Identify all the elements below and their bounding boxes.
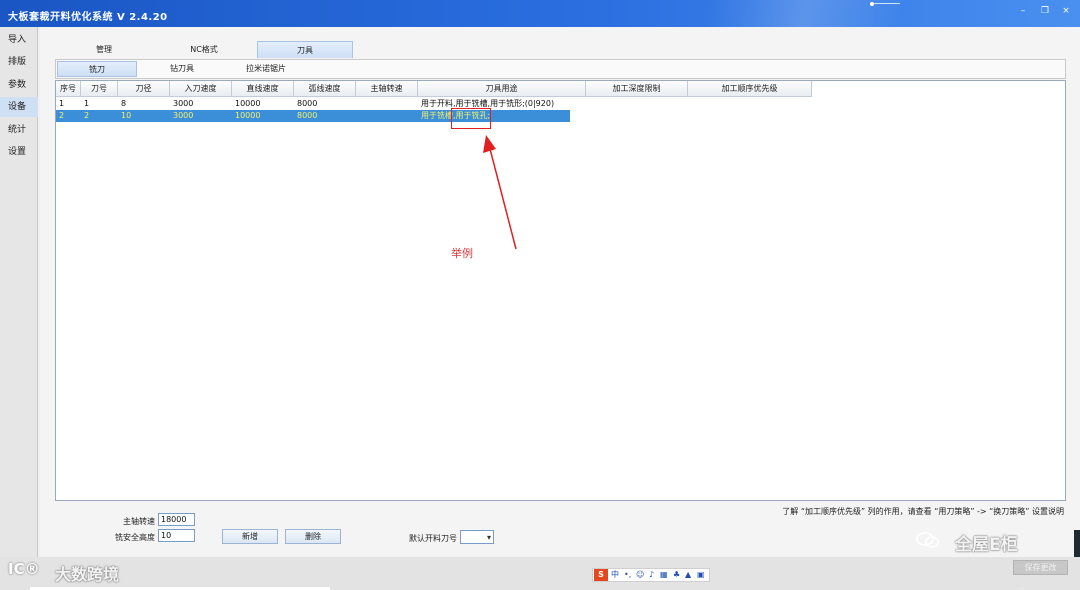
save-changes-button[interactable]: 保存更改 (1013, 560, 1068, 575)
sidebar-item-label: 排版 (8, 57, 27, 67)
sidebar-item-settings[interactable]: 设置 (0, 142, 38, 162)
sidebar-item-device[interactable]: 设备 (0, 97, 38, 117)
priority-hint: 了解 “加工顺序优先级” 列的作用，请查看 “用刀策略” -> “换刀策略” 设… (782, 507, 1064, 516)
ime-toolbar[interactable]: S 中 •, ☺ ♪ ▦ ♣ ▲ ▣ (592, 568, 710, 582)
subtab-milling-cutter[interactable]: 铣刀 (57, 61, 137, 77)
sidebar-item-label: 导入 (8, 35, 27, 45)
tools-icon[interactable]: ♣ (673, 569, 680, 581)
spindle-speed-label: 主轴转速 (123, 517, 155, 526)
add-tool-button[interactable]: 新增 (222, 529, 278, 544)
safe-height-label: 铣安全高度 (115, 533, 155, 542)
tab-tools[interactable]: 刀具 (257, 41, 353, 58)
minimize-icon: – (1020, 6, 1026, 16)
column-header[interactable]: 加工顺序优先级 (688, 81, 812, 97)
minimize-button[interactable]: – (1015, 4, 1031, 18)
title-bar-slider[interactable] (870, 2, 900, 6)
sidebar-item-label: 设备 (8, 102, 27, 112)
tool-table[interactable]: 序号 刀号 刀径 入刀速度 直线速度 弧线速度 主轴转速 刀具用途 加工深度限制… (55, 80, 1066, 501)
tool-subtabs: 铣刀 钻刀具 拉米诺锯片 (55, 59, 1066, 79)
watermark-left: 大数跨境 (55, 565, 120, 584)
spindle-speed-input[interactable] (158, 513, 195, 526)
sidebar-item-label: 参数 (8, 80, 27, 90)
sidebar-item-params[interactable]: 参数 (0, 75, 38, 95)
chevron-down-icon: ▾ (486, 533, 491, 542)
sidebar-item-label: 统计 (8, 125, 27, 135)
sidebar: 导入 排版 参数 设备 统计 设置 (0, 27, 38, 557)
subtab-drill[interactable]: 钻刀具 (142, 61, 222, 77)
clock-fragment: ·· (1020, 586, 1024, 590)
annotation-arrow-icon (483, 135, 517, 250)
sidebar-item-stats[interactable]: 统计 (0, 120, 38, 140)
tab-nc-format[interactable]: NC格式 (156, 41, 252, 58)
cell-depth-limit (586, 98, 688, 110)
tab-label: 管理 (96, 45, 112, 54)
default-tool-label: 默认开料刀号 (409, 534, 457, 543)
skin-icon[interactable]: ▲ (685, 569, 691, 581)
subtab-lamino-saw[interactable]: 拉米诺锯片 (226, 61, 306, 77)
delete-tool-button[interactable]: 删除 (285, 529, 341, 544)
sidebar-item-label: 设置 (8, 147, 27, 157)
punctuation-icon[interactable]: •, (624, 569, 631, 581)
safe-height-input[interactable] (158, 529, 195, 542)
close-icon: × (1062, 6, 1070, 16)
restore-icon: ❐ (1040, 6, 1050, 16)
subtab-label: 钻刀具 (170, 64, 194, 73)
bottom-bar: 保存更改 S 中 •, ☺ ♪ ▦ ♣ ▲ ▣ ·· (0, 557, 1080, 590)
tab-label: 刀具 (297, 46, 313, 55)
slider-knob[interactable] (870, 2, 874, 6)
subtab-label: 拉米诺锯片 (246, 64, 286, 73)
sogou-logo-icon: S (594, 569, 608, 581)
watermark-logo: IC® (8, 560, 40, 578)
sidebar-item-import[interactable]: 导入 (0, 30, 38, 50)
emoji-icon[interactable]: ☺ (636, 569, 644, 581)
column-header[interactable]: 加工深度限制 (586, 81, 688, 97)
main-panel: 管理 NC格式 刀具 铣刀 钻刀具 拉米诺锯片 序号 刀号 刀径 入刀速度 直线… (40, 27, 1080, 557)
tab-manage[interactable]: 管理 (56, 41, 152, 58)
annotation-label: 举例 (451, 247, 473, 260)
watermark-right: 全屋E柜 (955, 535, 1018, 555)
toolbox-icon[interactable]: ▣ (697, 569, 705, 581)
tab-label: NC格式 (190, 45, 218, 54)
keyboard-icon[interactable]: ▦ (660, 569, 668, 581)
wechat-icon (916, 532, 939, 548)
close-button[interactable]: × (1058, 4, 1074, 18)
sidebar-item-layout[interactable]: 排版 (0, 52, 38, 72)
cell-order-priority (688, 98, 812, 110)
default-tool-select[interactable]: ▾ (460, 530, 494, 544)
slider-track (870, 3, 900, 4)
ime-mode[interactable]: 中 (611, 569, 619, 581)
window-title: 大板套裁开料优化系统 V 2.4.20 (8, 12, 168, 23)
title-bar: 大板套裁开料优化系统 V 2.4.20 – ❐ × (0, 0, 1080, 27)
subtab-label: 铣刀 (89, 65, 105, 74)
restore-button[interactable]: ❐ (1037, 4, 1053, 18)
voice-icon[interactable]: ♪ (649, 569, 654, 581)
